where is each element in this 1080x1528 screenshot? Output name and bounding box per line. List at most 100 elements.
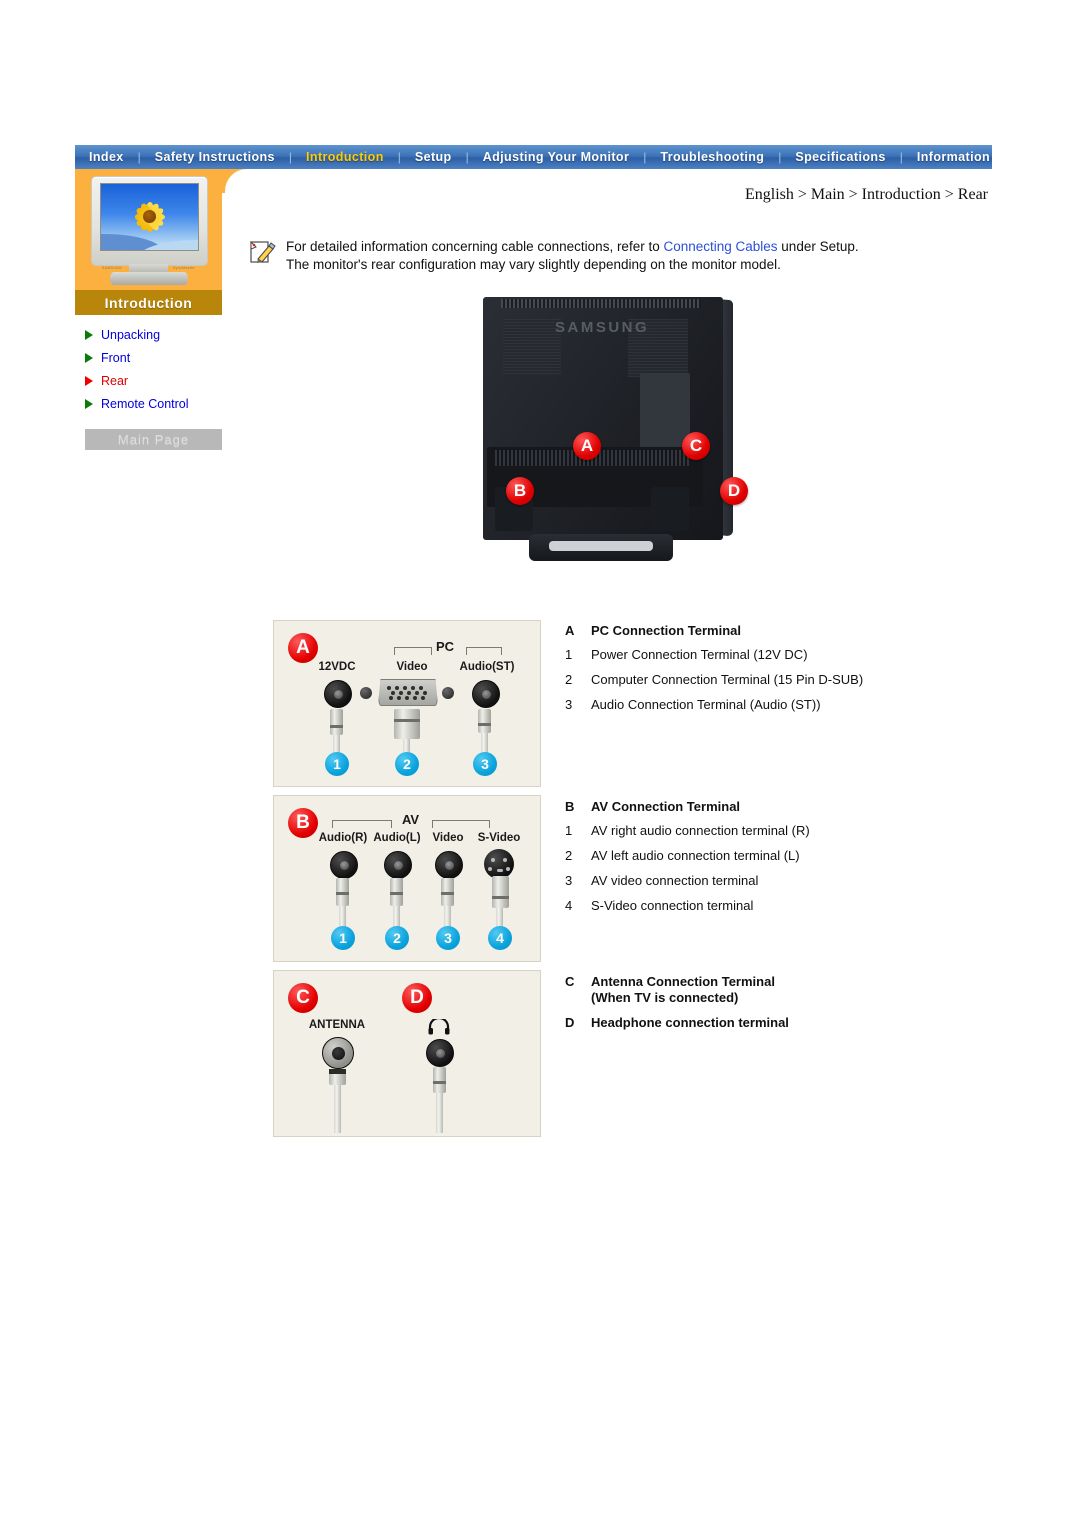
photo-marker-b: B (506, 477, 534, 505)
power-jack-12vdc (324, 680, 352, 708)
description-row: 2 Computer Connection Terminal (15 Pin D… (565, 672, 985, 688)
sidebar-section-title: Introduction (75, 290, 222, 315)
note-pencil-icon (250, 240, 276, 263)
connector-panel-a: A PC 12VDC Video Audio(ST) 1 2 3 (273, 620, 541, 787)
s-video-jack (484, 849, 514, 879)
row-text: Audio Connection Terminal (Audio (ST)) (591, 697, 821, 712)
description-list-a: A PC Connection Terminal 1 Power Connect… (565, 623, 985, 722)
row-text: S-Video connection terminal (591, 898, 754, 913)
sidebar-item-front[interactable]: Front (75, 346, 222, 369)
description-row: 4 S-Video connection terminal (565, 898, 985, 914)
row-text: AV left audio connection terminal (L) (591, 848, 800, 863)
description-row: C Antenna Connection Terminal (When TV i… (565, 974, 985, 1006)
panel-b-jack-label-video: Video (432, 832, 464, 844)
nav-item-troubleshooting[interactable]: Troubleshooting (646, 150, 778, 164)
dsub-connector (378, 679, 438, 706)
monitor-brand-text: SAMSUNG (555, 319, 650, 336)
screw-icon (442, 687, 454, 699)
top-navigation-bar: Index | Safety Instructions | Introducti… (75, 145, 992, 169)
sidebar-item-remote-control[interactable]: Remote Control (75, 392, 222, 415)
row-key: 1 (565, 823, 573, 838)
description-a-heading: A PC Connection Terminal (565, 623, 985, 638)
panel-b-number-2: 2 (385, 926, 409, 950)
note-line1-before: For detailed information concerning cabl… (286, 239, 664, 254)
nav-item-setup[interactable]: Setup (401, 150, 466, 164)
nav-item-index[interactable]: Index (75, 150, 138, 164)
description-row: 3 Audio Connection Terminal (Audio (ST)) (565, 697, 985, 713)
panel-marker-d: D (402, 983, 432, 1013)
panel-marker-a: A (288, 633, 318, 663)
photo-marker-a: A (573, 432, 601, 460)
connecting-cables-link[interactable]: Connecting Cables (663, 239, 777, 254)
thumbnail-brand-text: SAMSUNG (102, 265, 122, 270)
av-audio-l-jack (384, 851, 412, 879)
row-key: 1 (565, 647, 573, 662)
description-a-title: PC Connection Terminal (591, 623, 741, 638)
row-key: 3 (565, 697, 573, 712)
nav-item-specifications[interactable]: Specifications (781, 150, 899, 164)
description-a-key: A (565, 623, 575, 638)
sidebar-item-rear[interactable]: Rear (75, 369, 222, 392)
panel-b-number-3: 3 (436, 926, 460, 950)
row-subtext: (When TV is connected) (591, 990, 739, 1005)
sidebar: SAMSUNG SyncMaster Introduction Unpackin… (75, 169, 222, 450)
triangle-bullet-icon (85, 375, 93, 386)
connector-panel-b: B AV Audio(R) Audio(L) Video S-Video 1 2… (273, 795, 541, 962)
description-row: 2 AV left audio connection terminal (L) (565, 848, 985, 864)
panel-a-group-label: PC (436, 639, 455, 654)
description-row: D Headphone connection terminal (565, 1015, 985, 1031)
sidebar-item-label: Rear (101, 373, 129, 388)
row-key: 2 (565, 672, 573, 687)
connector-panel-cd: C D ANTENNA (273, 970, 541, 1137)
row-key: C (565, 974, 575, 989)
row-key: 3 (565, 873, 573, 888)
breadcrumb: English > Main > Introduction > Rear (744, 186, 988, 203)
note-line2: The monitor's rear configuration may var… (286, 257, 781, 272)
row-text: Computer Connection Terminal (15 Pin D-S… (591, 672, 864, 687)
panel-a-jack-label-audio-st: Audio(ST) (459, 661, 515, 673)
antenna-jack (322, 1037, 354, 1069)
photo-marker-c: C (682, 432, 710, 460)
triangle-bullet-icon (85, 352, 93, 363)
photo-marker-d: D (720, 477, 748, 505)
sidebar-item-label: Remote Control (101, 396, 189, 411)
headphone-icon (428, 1019, 450, 1035)
note-line1-after: under Setup. (777, 239, 859, 254)
main-page-button[interactable]: Main Page (85, 429, 222, 450)
panel-b-number-1: 1 (331, 926, 355, 950)
panel-a-number-3: 3 (473, 752, 497, 776)
triangle-bullet-icon (85, 398, 93, 409)
row-key: D (565, 1015, 575, 1030)
panel-a-number-1: 1 (325, 752, 349, 776)
row-text: Headphone connection terminal (591, 1015, 789, 1030)
nav-item-introduction[interactable]: Introduction (292, 150, 398, 164)
description-row: 3 AV video connection terminal (565, 873, 985, 889)
row-text: Power Connection Terminal (12V DC) (591, 647, 808, 662)
panel-a-jack-label-video: Video (396, 661, 428, 673)
av-video-jack (435, 851, 463, 879)
row-key: 2 (565, 848, 573, 863)
panel-b-jack-label-audio-r: Audio(R) (318, 832, 368, 844)
nav-item-safety-instructions[interactable]: Safety Instructions (141, 150, 289, 164)
row-text: AV video connection terminal (591, 873, 759, 888)
description-row: 1 AV right audio connection terminal (R) (565, 823, 985, 839)
row-text: Antenna Connection Terminal (591, 974, 775, 989)
panel-marker-c: C (288, 983, 318, 1013)
nav-item-adjusting-your-monitor[interactable]: Adjusting Your Monitor (469, 150, 644, 164)
description-list-b: B AV Connection Terminal 1 AV right audi… (565, 799, 985, 923)
nav-item-information[interactable]: Information (903, 150, 1004, 164)
row-text: AV right audio connection terminal (R) (591, 823, 810, 838)
sidebar-item-label: Front (101, 350, 131, 365)
panel-a-jack-label-12vdc: 12VDC (318, 661, 356, 673)
thumbnail-model-text: SyncMaster (173, 265, 195, 270)
monitor-rear-photo: SAMSUNG A B C D (473, 289, 748, 583)
screw-icon (360, 687, 372, 699)
row-key: 4 (565, 898, 573, 913)
panel-a-number-2: 2 (395, 752, 419, 776)
sidebar-item-unpacking[interactable]: Unpacking (75, 323, 222, 346)
panel-b-jack-label-s-video: S-Video (477, 832, 521, 844)
headphone-jack (426, 1039, 454, 1067)
av-audio-r-jack (330, 851, 358, 879)
panel-c-jack-label-antenna: ANTENNA (308, 1019, 366, 1031)
note-block: For detailed information concerning cabl… (248, 238, 859, 274)
